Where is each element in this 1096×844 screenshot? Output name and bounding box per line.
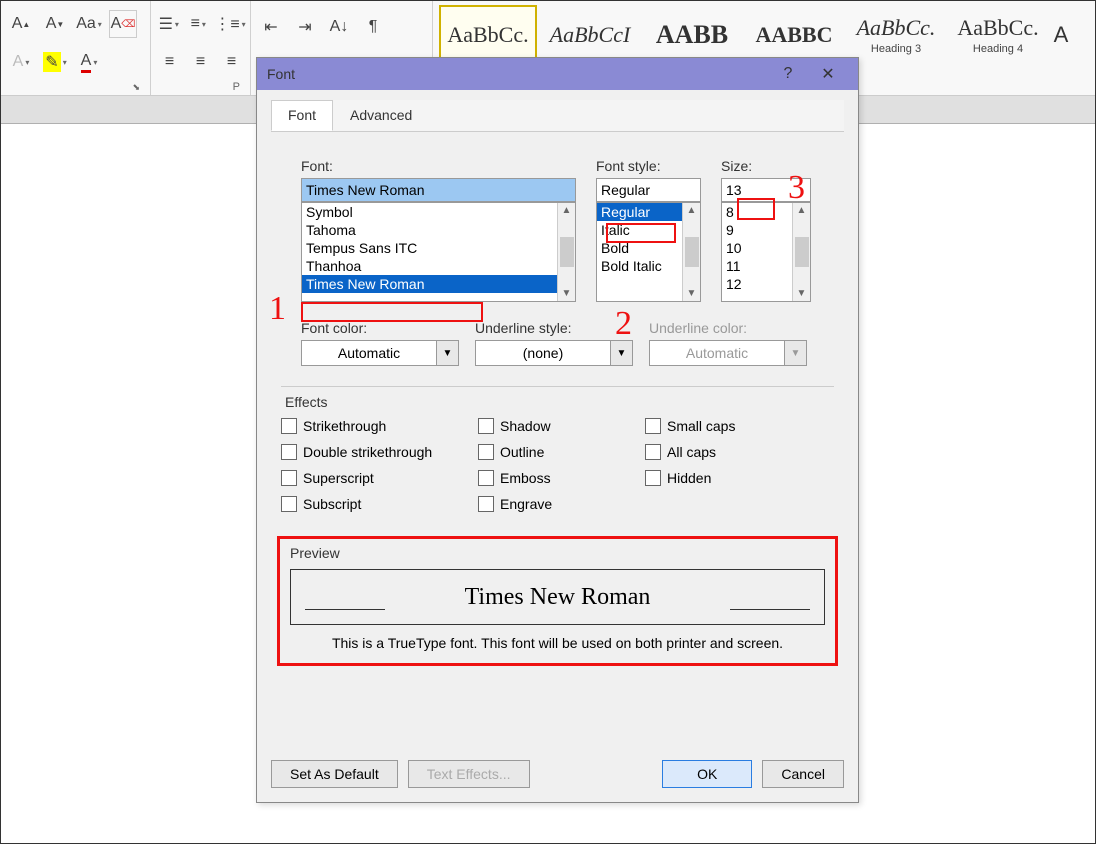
scrollbar[interactable]: ▲▼ [682,203,700,301]
style-item-more[interactable]: A [1051,5,1071,65]
double-strikethrough-checkbox[interactable]: Double strikethrough [281,444,466,460]
list-item-selected[interactable]: Times New Roman [302,275,575,293]
ok-button[interactable]: OK [662,760,752,788]
chevron-down-icon[interactable]: ▼ [610,341,632,365]
style-item-heading3[interactable]: AaBbCc. Heading 3 [847,5,945,65]
preview-box: Preview Times New Roman This is a TrueTy… [277,536,838,666]
all-caps-checkbox[interactable]: All caps [645,444,735,460]
superscript-checkbox[interactable]: Superscript [281,470,466,486]
underline-color-label: Underline color: [649,320,807,336]
dialog-title: Font [267,66,295,82]
decrease-font-icon[interactable]: A▼ [41,10,69,38]
font-color-label: Font color: [301,320,459,336]
scrollbar[interactable]: ▲▼ [557,203,575,301]
list-item[interactable]: Tahoma [302,221,575,239]
close-button[interactable]: ✕ [808,60,848,88]
preview-sample: Times New Roman [290,569,825,625]
annotation-rect-2 [606,223,676,243]
annotation-rect-1 [301,302,483,322]
preview-legend: Preview [290,545,340,561]
list-item[interactable]: Thanhoa [302,257,575,275]
font-dialog: Font ? ✕ Font Advanced Font: Symbol Taho… [256,57,859,803]
font-color-icon[interactable]: A [75,48,103,76]
align-right-icon[interactable]: ≡ [219,48,244,76]
underline-color-dropdown: Automatic ▼ [649,340,807,366]
underline-style-dropdown[interactable]: (none) ▼ [475,340,633,366]
set-default-button[interactable]: Set As Default [271,760,398,788]
text-effects-icon[interactable]: A [7,48,35,76]
multilevel-icon[interactable]: ⋮≡ [216,10,244,38]
annotation-marker-2: 2 [615,305,632,343]
text-effects-button: Text Effects... [408,760,530,788]
strikethrough-checkbox[interactable]: Strikethrough [281,418,466,434]
preview-description: This is a TrueType font. This font will … [290,635,825,651]
chevron-down-icon[interactable]: ▼ [436,341,458,365]
style-item-heading1[interactable]: AABB [643,5,741,65]
ribbon-font-group-label: ⬊ [7,81,144,93]
emboss-checkbox[interactable]: Emboss [478,470,633,486]
annotation-marker-3: 3 [788,169,805,207]
annotation-marker-1: 1 [269,290,286,328]
align-center-icon[interactable]: ≡ [188,48,213,76]
style-label: Font style: [596,158,701,174]
scrollbar[interactable]: ▲▼ [792,203,810,301]
bullets-icon[interactable]: ☰ [157,10,181,38]
paragraph-marks-icon[interactable]: ¶ [359,13,387,41]
dialog-titlebar: Font ? ✕ [257,58,858,90]
clear-format-icon[interactable]: A⌫ [109,10,137,38]
dialog-tabs: Font Advanced [271,100,844,132]
style-item-nospacing[interactable]: AaBbCcI [541,5,639,65]
tab-font[interactable]: Font [271,100,333,131]
style-listbox[interactable]: Regular Italic Bold Bold Italic ▲▼ [596,202,701,302]
underline-style-label: Underline style: [475,320,633,336]
font-input[interactable] [301,178,576,202]
style-input[interactable] [596,178,701,202]
increase-indent-icon[interactable]: ⇥ [291,13,319,41]
ribbon-para-group-label: P [157,81,244,93]
decrease-indent-icon[interactable]: ⇤ [257,13,285,41]
engrave-checkbox[interactable]: Engrave [478,496,633,512]
tab-advanced[interactable]: Advanced [333,100,429,131]
hidden-checkbox[interactable]: Hidden [645,470,735,486]
font-color-dropdown[interactable]: Automatic ▼ [301,340,459,366]
chevron-down-icon: ▼ [784,341,806,365]
effects-legend: Effects [281,394,332,410]
align-left-icon[interactable]: ≡ [157,48,182,76]
numbering-icon[interactable]: ≡ [187,10,211,38]
small-caps-checkbox[interactable]: Small caps [645,418,735,434]
increase-font-icon[interactable]: A▲ [7,10,35,38]
list-item[interactable]: Tempus Sans ITC [302,239,575,257]
style-item-heading2[interactable]: AABBC [745,5,843,65]
highlight-icon[interactable]: ✎ [41,48,69,76]
font-listbox[interactable]: Symbol Tahoma Tempus Sans ITC Thanhoa Ti… [301,202,576,302]
shadow-checkbox[interactable]: Shadow [478,418,633,434]
subscript-checkbox[interactable]: Subscript [281,496,466,512]
font-label: Font: [301,158,576,174]
style-item-heading4[interactable]: AaBbCc. Heading 4 [949,5,1047,65]
annotation-rect-3 [737,198,775,220]
help-button[interactable]: ? [768,60,808,88]
style-item-normal[interactable]: AaBbCc. [439,5,537,65]
sort-icon[interactable]: A↓ [325,13,353,41]
list-item[interactable]: Symbol [302,203,575,221]
cancel-button[interactable]: Cancel [762,760,844,788]
outline-checkbox[interactable]: Outline [478,444,633,460]
change-case-icon[interactable]: Aa [75,10,103,38]
